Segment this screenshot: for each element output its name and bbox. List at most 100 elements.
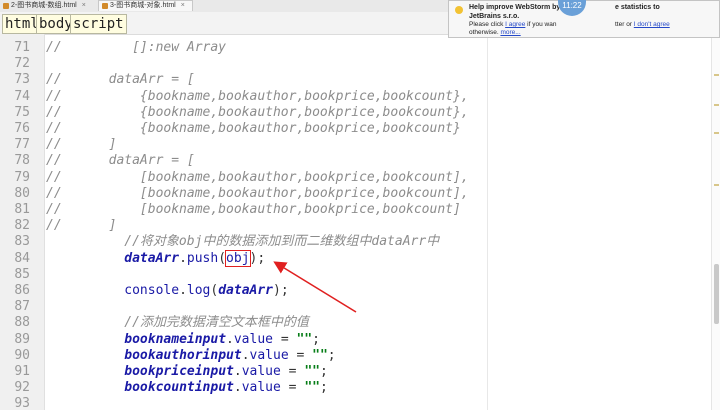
code-token: booknameinput — [124, 331, 227, 347]
right-margin-guide — [487, 34, 488, 410]
code-token: . — [226, 331, 234, 347]
code-line[interactable]: // {bookname,bookauthor,bookprice,bookco… — [46, 89, 469, 105]
code-token: = — [288, 347, 313, 363]
highlighted-obj-token: obj — [225, 249, 251, 267]
stripe-mark[interactable] — [714, 104, 719, 106]
line-number: 73 — [14, 72, 30, 88]
code-line[interactable]: // [bookname,bookauthor,bookprice,bookco… — [46, 186, 469, 202]
error-stripe[interactable] — [711, 34, 720, 410]
code-token: . — [241, 347, 250, 363]
code-token: = — [273, 331, 297, 347]
close-icon[interactable]: × — [82, 1, 86, 11]
code-token: . — [179, 250, 187, 266]
line-number: 71 — [14, 40, 30, 55]
code-line[interactable]: // {bookname,bookauthor,bookprice,bookco… — [46, 121, 461, 137]
notification-text-right: tter or I don't agree — [615, 21, 670, 28]
code-line[interactable]: // {bookname,bookauthor,bookprice,bookco… — [46, 105, 469, 121]
code-token: ; — [319, 380, 328, 396]
code-line[interactable]: // dataArr = [ — [46, 72, 195, 88]
line-number: 88 — [14, 315, 30, 331]
line-number: 80 — [14, 185, 30, 201]
stripe-mark[interactable] — [714, 184, 719, 186]
code-line[interactable]: dataArr.push(obj); — [46, 249, 265, 267]
code-line[interactable]: //将对象obj中的数据添加到而二维数组中dataArr中 — [46, 234, 439, 250]
code-token: "" — [296, 331, 313, 347]
code-line[interactable]: // [bookname,bookauthor,bookprice,bookco… — [46, 202, 461, 218]
stripe-mark[interactable] — [714, 74, 719, 76]
code-token: console — [124, 283, 180, 298]
code-token: = — [280, 380, 305, 396]
more-link[interactable]: more... — [500, 29, 520, 36]
code-token: bookpriceinput — [124, 364, 234, 379]
code-token: dataArr — [124, 250, 180, 266]
code-line[interactable]: bookauthorinput.value = ""; — [46, 347, 336, 364]
notification-title-right: e statistics to — [615, 4, 660, 11]
line-number: 78 — [14, 153, 30, 169]
code-token: // dataArr = [ — [46, 153, 195, 169]
code-token: // ] — [46, 137, 117, 153]
tab-label: 3-图书商城-对象.html — [110, 2, 176, 9]
code-line[interactable]: // ] — [46, 218, 116, 234]
code-token: ); — [273, 283, 289, 298]
code-token: // [bookname,bookauthor,bookprice,bookco… — [46, 185, 469, 201]
close-icon[interactable]: × — [181, 1, 185, 11]
breadcrumb-script[interactable]: script — [70, 14, 127, 34]
code-line[interactable]: bookcountinput.value = ""; — [46, 380, 328, 396]
tab-file-object[interactable]: 3-图书商城-对象.html × — [98, 0, 193, 11]
notification-text: Please click I agree if you wan — [469, 21, 557, 28]
code-token: ( — [218, 250, 227, 266]
line-number: 75 — [14, 104, 30, 120]
code-token: // []:new Array — [46, 40, 227, 55]
code-line[interactable]: // ] — [46, 137, 116, 153]
code-token: // {bookname,bookauthor,bookprice,bookco… — [46, 104, 469, 120]
line-number: 91 — [14, 364, 30, 379]
code-token: // {bookname,bookauthor,bookprice,bookco… — [46, 88, 469, 104]
code-token: // [bookname,bookauthor,bookprice,bookco… — [46, 169, 469, 185]
notification-title: Help improve WebStorm by — [469, 4, 561, 11]
code-line[interactable]: //添加完数据清空文本框中的值 — [46, 315, 309, 331]
code-token: ; — [319, 364, 328, 379]
code-token: //添加完数据清空文本框中的值 — [46, 315, 309, 331]
code-token: . — [179, 283, 187, 298]
code-token: // {bookname,bookauthor,bookprice,bookco… — [46, 121, 461, 136]
code-line[interactable]: bookpriceinput.value = ""; — [46, 364, 328, 380]
code-token: // [bookname,bookauthor,bookprice,bookco… — [46, 202, 461, 217]
line-number: 72 — [14, 56, 30, 72]
line-number: 74 — [14, 88, 30, 104]
line-number-gutter: 71 72 73 74 75 76 77 78 79 80 81 82 83 84 85 86 87 88 89 90… — [0, 34, 45, 411]
code-token: dataArr — [218, 283, 274, 298]
code-line[interactable]: // []:new Array — [46, 40, 226, 56]
code-token: //将对象obj中的数据添加到而二维数组中dataArr中 — [46, 234, 440, 250]
code-token: . — [233, 364, 242, 379]
scrollbar-thumb[interactable] — [714, 264, 719, 324]
line-number: 87 — [14, 299, 30, 315]
code-line[interactable]: // dataArr = [ — [46, 153, 195, 169]
code-token: "" — [304, 380, 320, 396]
code-token: "" — [312, 347, 328, 363]
disagree-link[interactable]: I don't agree — [634, 21, 670, 28]
line-number: 84 — [14, 250, 30, 266]
code-line[interactable]: // [bookname,bookauthor,bookprice,bookco… — [46, 170, 469, 186]
code-token: push — [186, 250, 219, 266]
tab-label: 2-图书商城-数组.html — [11, 2, 77, 9]
code-token: ; — [327, 347, 336, 363]
code-token: . — [233, 380, 242, 396]
lightbulb-icon — [455, 6, 463, 14]
line-number: 77 — [14, 137, 30, 153]
code-token: value — [233, 331, 273, 347]
code-token: "" — [304, 364, 320, 379]
code-token: // dataArr = [ — [46, 72, 195, 88]
tab-file-array[interactable]: 2-图书商城-数组.html × — [0, 1, 95, 11]
stripe-mark[interactable] — [714, 132, 719, 134]
code-token: bookauthorinput — [124, 347, 242, 363]
notification-company: JetBrains s.r.o. — [469, 13, 520, 20]
line-number: 83 — [14, 234, 30, 250]
code-line[interactable]: booknameinput.value = ""; — [46, 332, 320, 348]
agree-link[interactable]: I agree — [505, 21, 525, 28]
code-line[interactable]: console.log(dataArr); — [46, 283, 289, 299]
